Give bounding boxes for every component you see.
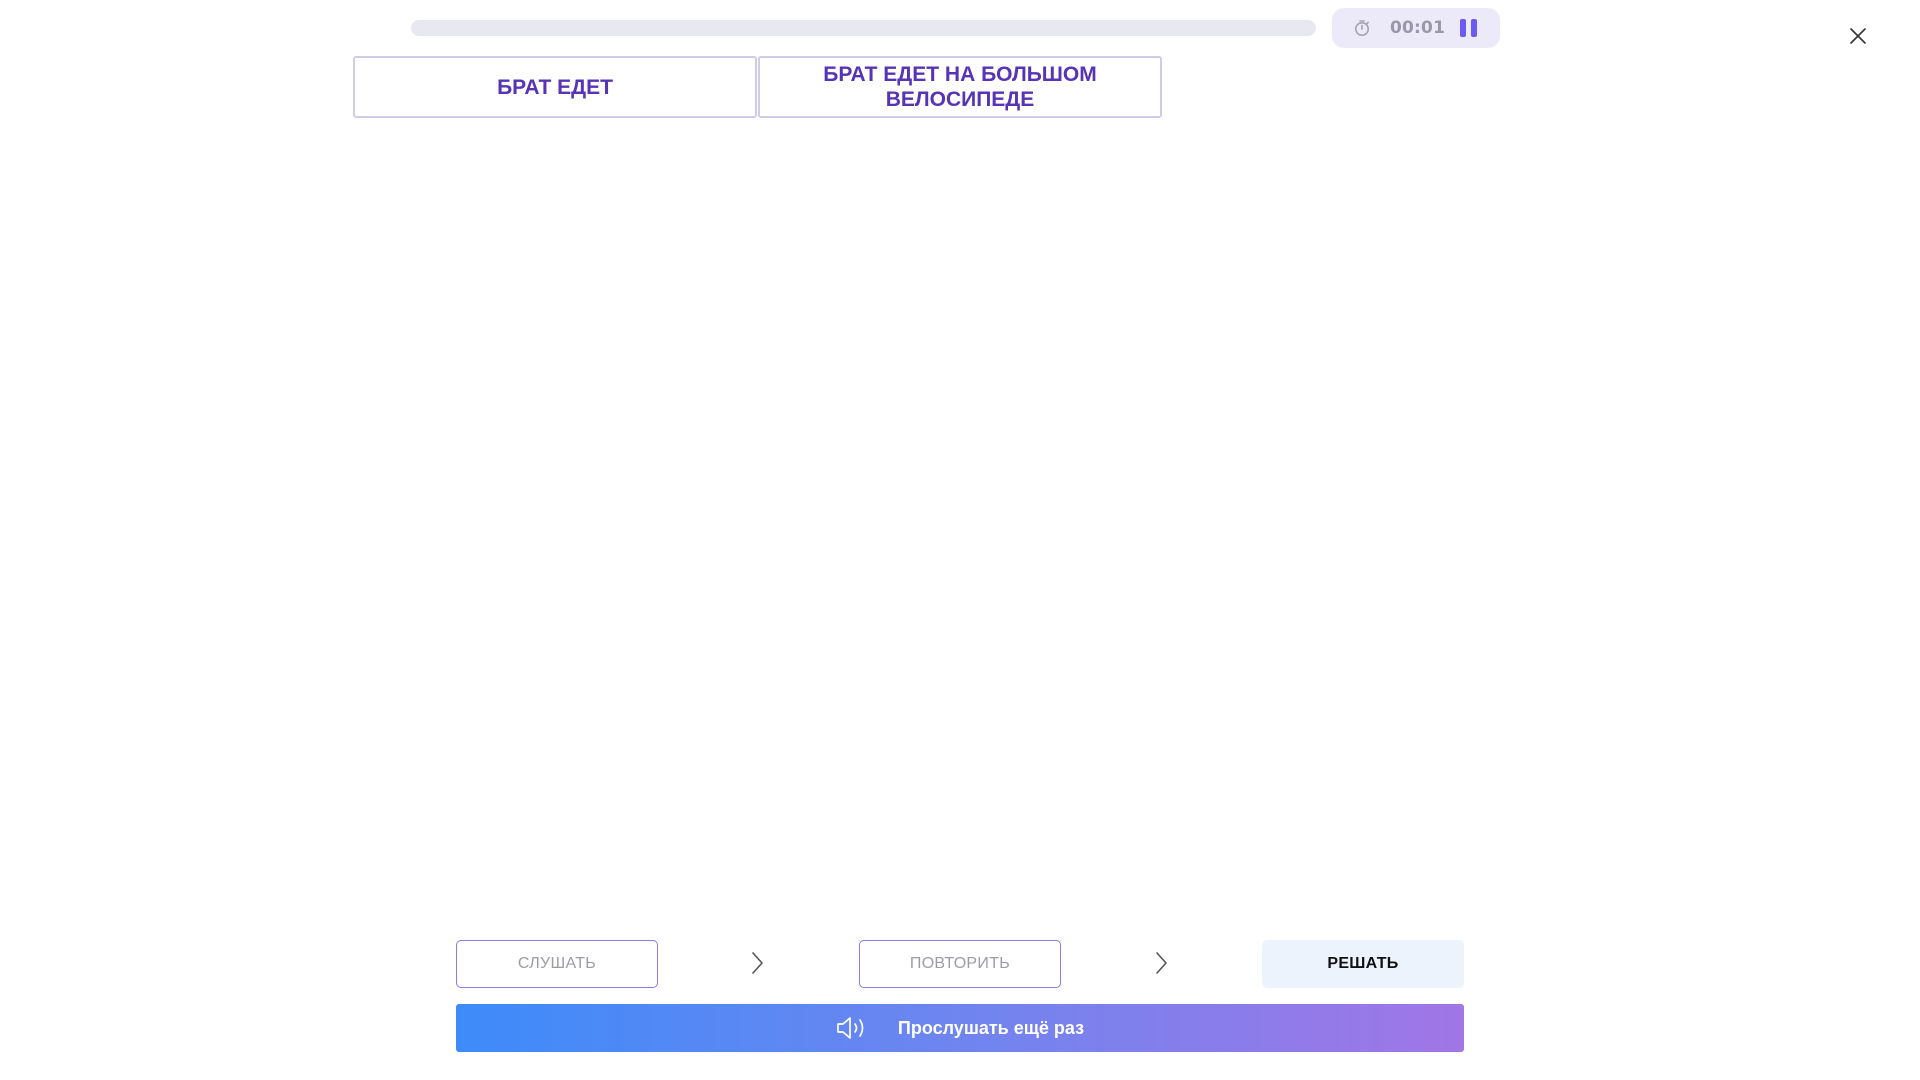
- step-solve-label: РЕШАТЬ: [1327, 955, 1399, 972]
- exercise-screen: 00:01 БРАТ ЕДЕТ БРАТ ЕДЕТ НА БОЛЬШОМ ВЕЛ…: [0, 0, 1920, 1080]
- close-icon[interactable]: [1846, 24, 1870, 48]
- answer-card[interactable]: БРАТ ЕДЕТ НА БОЛЬШОМ ВЕЛОСИПЕДЕ: [758, 56, 1162, 118]
- timer: 00:01: [1332, 8, 1500, 48]
- speaker-icon: [836, 1015, 868, 1041]
- chevron-right-icon: [1151, 950, 1171, 976]
- timer-value: 00:01: [1390, 18, 1446, 38]
- pause-icon[interactable]: [1460, 19, 1478, 37]
- step-listen-label: СЛУШАТЬ: [517, 955, 597, 972]
- step-repeat-label: ПОВТОРИТЬ: [909, 955, 1011, 972]
- stopwatch-icon: [1352, 18, 1372, 38]
- answer-card-label: БРАТ ЕДЕТ: [497, 75, 613, 99]
- step-solve: РЕШАТЬ: [1262, 940, 1464, 988]
- listen-again-label: Прослушать ещё раз: [897, 1017, 1085, 1038]
- step-listen: СЛУШАТЬ: [456, 940, 658, 988]
- listen-again-button[interactable]: Прослушать ещё раз: [456, 1004, 1464, 1052]
- progress-bar: [411, 20, 1316, 36]
- chevron-right-icon: [747, 950, 767, 976]
- answer-card[interactable]: БРАТ ЕДЕТ: [353, 56, 757, 118]
- step-indicator: СЛУШАТЬ ПОВТОРИТЬ РЕШАТЬ: [456, 940, 1464, 988]
- step-repeat: ПОВТОРИТЬ: [859, 940, 1061, 988]
- answer-card-label: БРАТ ЕДЕТ НА БОЛЬШОМ ВЕЛОСИПЕДЕ: [823, 63, 1097, 111]
